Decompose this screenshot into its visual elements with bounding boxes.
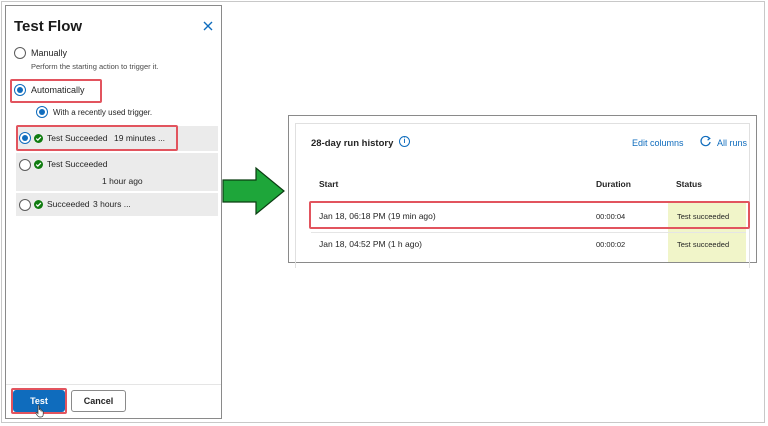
arrow-right-icon: [222, 166, 285, 216]
check-circle-icon: [34, 200, 43, 209]
run-1-highlight: [16, 125, 178, 151]
automatically-label: Automatically: [31, 85, 85, 95]
refresh-icon[interactable]: [699, 135, 712, 148]
manually-radio[interactable]: [14, 47, 26, 59]
column-header-duration[interactable]: Duration: [596, 179, 631, 189]
all-runs-link[interactable]: All runs: [717, 138, 747, 148]
run-3-time: 3 hours ...: [93, 199, 131, 209]
row-2-start[interactable]: Jan 18, 04:52 PM (1 h ago): [319, 239, 422, 249]
info-icon[interactable]: i: [399, 136, 410, 147]
panel-title: Test Flow: [14, 18, 83, 35]
check-circle-icon: [34, 160, 43, 169]
edit-columns-link[interactable]: Edit columns: [632, 138, 684, 148]
manually-label: Manually: [31, 48, 68, 58]
recent-trigger-label: With a recently used trigger.: [53, 108, 153, 117]
column-header-start[interactable]: Start: [319, 179, 338, 189]
hand-cursor-icon: [35, 404, 45, 423]
test-flow-panel: Test Flow Manually Perform the starting …: [5, 5, 222, 419]
run-2-time: 1 hour ago: [102, 176, 143, 186]
run-2-status: Test Succeeded: [47, 159, 108, 169]
row-1-highlight: [309, 201, 750, 229]
row-2-duration: 00:00:02: [596, 240, 626, 249]
manually-description: Perform the starting action to trigger i…: [31, 62, 159, 71]
row-2-status: Test succeeded: [677, 240, 730, 249]
column-header-status[interactable]: Status: [676, 179, 702, 189]
row-divider: [311, 232, 746, 233]
recent-trigger-radio[interactable]: [36, 106, 48, 118]
cancel-button[interactable]: Cancel: [71, 390, 126, 412]
run-3-status: Succeeded: [47, 199, 90, 209]
run-history-title: 28-day run history: [311, 138, 394, 149]
run-3-radio[interactable]: [19, 199, 31, 211]
automatically-radio[interactable]: [14, 84, 26, 96]
run-history-panel: 28-day run history i Edit columns All ru…: [288, 115, 757, 268]
close-icon[interactable]: [201, 19, 215, 33]
run-item-3[interactable]: Succeeded 3 hours ...: [16, 193, 218, 216]
run-item-2[interactable]: Test Succeeded 1 hour ago: [16, 153, 218, 191]
footer-divider: [6, 384, 221, 385]
run-2-radio[interactable]: [19, 159, 31, 171]
